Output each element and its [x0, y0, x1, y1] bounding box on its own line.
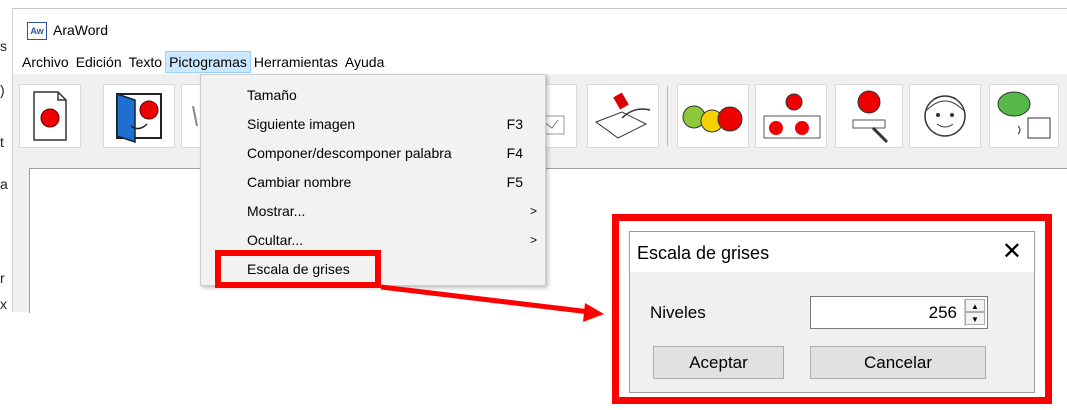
escala-de-grises-dialog-frame: Escala de grises ✕ Niveles 256 ▲ ▼ Acept…: [612, 214, 1052, 404]
niveles-spinbox[interactable]: 256 ▲ ▼: [810, 296, 988, 329]
spin-up-icon[interactable]: ▲: [965, 299, 985, 312]
aceptar-button[interactable]: Aceptar: [653, 346, 784, 379]
cancelar-button[interactable]: Cancelar: [810, 346, 986, 379]
niveles-value[interactable]: 256: [929, 303, 957, 323]
dialog-title: Escala de grises: [637, 243, 770, 263]
niveles-label: Niveles: [650, 303, 706, 322]
dialog-title-bar: Escala de grises ✕: [630, 232, 1034, 272]
close-icon[interactable]: ✕: [1002, 238, 1022, 266]
spin-down-icon[interactable]: ▼: [965, 312, 985, 325]
escala-de-grises-dialog: Escala de grises ✕ Niveles 256 ▲ ▼ Acept…: [629, 231, 1035, 393]
spinbox-buttons: ▲ ▼: [964, 299, 985, 326]
